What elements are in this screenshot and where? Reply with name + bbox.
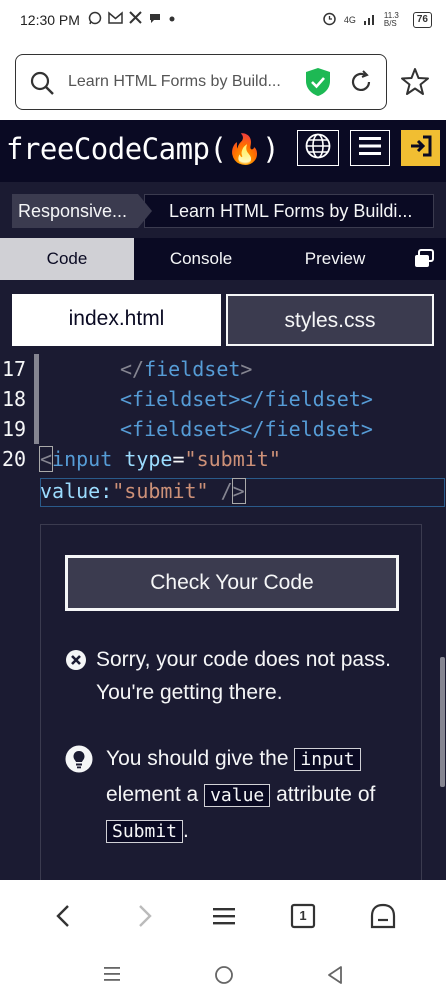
address-bar[interactable]: Learn HTML Forms by Build... [15,54,387,110]
code-line: <fieldset></fieldset> [120,387,373,411]
tab-preview[interactable]: Preview [268,238,402,280]
scrollbar-thumb[interactable] [440,657,445,787]
tab-code[interactable]: Code [0,238,134,280]
signal-icon [363,12,377,28]
language-button[interactable] [297,130,339,166]
lightbulb-icon [65,745,93,779]
system-navigation-bar [0,952,446,1000]
code-line: <fieldset></fieldset> [120,417,373,441]
dot-icon [168,11,176,28]
shield-check-icon[interactable] [304,66,332,103]
sign-in-button[interactable] [401,130,440,166]
home-circle-icon[interactable] [213,964,235,991]
network-type: 4G [343,15,356,25]
file-tabs: index.html styles.css [0,280,446,360]
x-icon [129,11,142,28]
tab-count: 1 [299,908,307,923]
breadcrumb-superblock[interactable]: Responsive... [12,194,152,228]
chat-icon [148,11,162,28]
reload-icon[interactable] [348,69,374,100]
line-number: 17 [2,357,27,381]
challenge-app: Learn HTML Forms by Buildi... Responsive… [0,182,446,884]
url-text[interactable]: Learn HTML Forms by Build... [68,73,308,91]
system-indicators: 4G 11.3 B/S 76 [322,11,432,29]
alarm-icon [322,11,337,29]
code-chip: input [294,748,361,771]
gmail-icon [108,11,123,28]
menu-icon[interactable] [211,902,237,935]
editor-tabs: Code Console Preview [0,238,446,280]
code-line: </fieldset> [120,357,253,381]
status-bar: 12:30 PM 4G 11.3 B/S 76 [0,0,446,44]
bookmark-star-icon[interactable] [400,67,430,102]
menu-button[interactable] [350,130,390,166]
back-icon[interactable] [52,902,76,935]
sign-in-icon [409,134,433,163]
globe-icon [304,132,332,165]
line-number: 19 [2,417,27,441]
window-stack-icon [413,249,435,273]
browser-address-area: Learn HTML Forms by Build... [0,44,446,120]
battery-indicator: 76 [412,12,432,28]
browser-toolbar: 1 [0,880,446,952]
file-tab-index-html[interactable]: index.html [12,294,221,346]
back-triangle-icon[interactable] [325,964,345,991]
fail-message: Sorry, your code does not pass. You're g… [96,648,391,704]
notification-icons [88,11,176,28]
code-chip: value [204,784,271,807]
test-feedback-panel: Check Your Code Sorry, your code does no… [40,524,422,884]
fcc-navbar: freeCodeCamp(🔥) [0,120,446,182]
tabs-button[interactable]: 1 [290,902,316,935]
whatsapp-icon [88,11,102,28]
forward-icon[interactable] [132,902,156,935]
popout-preview-button[interactable] [406,238,442,280]
breadcrumb-block[interactable]: Learn HTML Forms by Buildi... [144,194,434,228]
locked-code-marker [34,354,39,444]
breadcrumb: Learn HTML Forms by Buildi... Responsive… [12,194,434,228]
check-your-code-button[interactable]: Check Your Code [65,555,399,611]
status-time: 12:30 PM [20,12,80,28]
code-line-editable[interactable]: <input type="submit" [38,444,281,474]
recent-apps-icon[interactable] [102,964,122,989]
line-number: 20 [2,447,27,471]
fcc-logo[interactable]: freeCodeCamp(🔥) [6,132,280,167]
hint-message: You should give the input element a valu… [106,747,376,843]
code-chip: Submit [106,820,184,843]
code-editor[interactable]: 17 18 19 20 </fieldset> <fieldset></fiel… [0,354,446,884]
network-speed: 11.3 B/S [383,11,399,28]
home-icon[interactable] [368,902,398,935]
file-tab-styles-css[interactable]: styles.css [226,294,434,346]
search-icon [28,69,56,102]
line-number: 18 [2,387,27,411]
tab-console[interactable]: Console [134,238,268,280]
close-circle-icon [65,649,87,677]
hamburger-icon [359,136,381,161]
code-line-editable[interactable]: value:"submit" /> [40,476,246,506]
